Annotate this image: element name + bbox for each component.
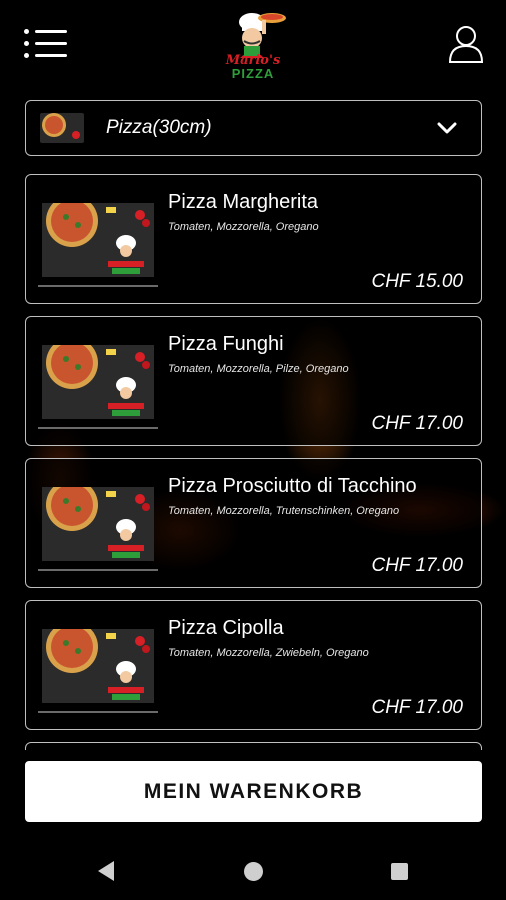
user-profile-icon[interactable] — [448, 24, 484, 64]
menu-item-card[interactable]: Pizza Prosciutto di Tacchino Tomaten, Mo… — [25, 458, 482, 588]
menu-list[interactable]: Pizza Margherita Tomaten, Mozzorella, Or… — [25, 174, 482, 750]
pizza-ingredients: Tomaten, Mozzorella, Oregano — [168, 221, 319, 233]
android-nav-bar — [0, 842, 506, 900]
pizza-name: Pizza Cipolla — [168, 617, 284, 639]
menu-item-card[interactable]: Pizza Funghi Tomaten, Mozzorella, Pilze,… — [25, 316, 482, 446]
image-underline — [38, 711, 158, 713]
pizza-name: Pizza Prosciutto di Tacchino — [168, 475, 417, 497]
chef-logo-icon — [239, 13, 286, 58]
image-underline — [38, 285, 158, 287]
pizza-image — [42, 629, 154, 703]
category-thumbnail — [40, 113, 84, 143]
menu-icon[interactable] — [24, 28, 68, 60]
home-icon[interactable] — [244, 862, 263, 881]
pizza-image — [42, 487, 154, 561]
category-label: Pizza(30cm) — [106, 117, 212, 138]
cart-button[interactable]: MEIN WARENKORB — [25, 761, 482, 822]
logo-pizza: PIZZA — [231, 66, 275, 81]
image-underline — [38, 427, 158, 429]
pizza-ingredients: Tomaten, Mozzorella, Pilze, Oregano — [168, 363, 349, 375]
chevron-down-icon[interactable] — [436, 119, 458, 137]
menu-item-card[interactable]: Pizza Margherita Tomaten, Mozzorella, Or… — [25, 174, 482, 304]
pizza-image — [42, 203, 154, 277]
category-dropdown[interactable]: Pizza(30cm) — [25, 100, 482, 156]
pizza-name: Pizza Funghi — [168, 333, 284, 355]
pizza-price: CHF 17.00 — [371, 413, 463, 434]
app-header: Mario's PIZZA — [0, 0, 506, 92]
pizza-ingredients: Tomaten, Mozzorella, Trutenschinken, Ore… — [168, 505, 400, 517]
pizza-price: CHF 15.00 — [371, 271, 463, 292]
image-underline — [38, 569, 158, 571]
menu-item-card-partial[interactable] — [25, 742, 482, 750]
pizza-image — [42, 345, 154, 419]
pizza-ingredients: Tomaten, Mozzorella, Zwiebeln, Oregano — [168, 647, 369, 659]
recent-apps-icon[interactable] — [391, 863, 408, 880]
pizza-price: CHF 17.00 — [371, 555, 463, 576]
marios-pizza-logo: Mario's PIZZA — [214, 8, 292, 84]
back-icon[interactable] — [96, 860, 116, 882]
menu-item-card[interactable]: Pizza Cipolla Tomaten, Mozzorella, Zwieb… — [25, 600, 482, 730]
pizza-price: CHF 17.00 — [371, 697, 463, 718]
pizza-name: Pizza Margherita — [168, 191, 319, 213]
